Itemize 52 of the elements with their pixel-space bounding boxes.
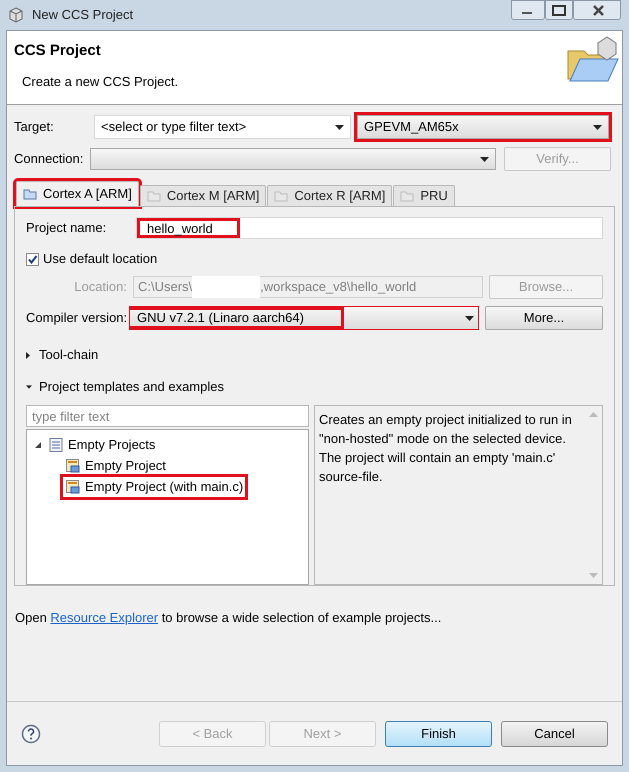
location-field: C:\Users\ ,workspace_v8\hello_world (133, 276, 483, 298)
field-label: Target: (14, 118, 55, 136)
folder-icon (274, 190, 288, 202)
expand-arrow-icon[interactable] (35, 441, 42, 448)
folder-icon (23, 188, 37, 200)
footer-note: Open Resource Explorer to browse a wide selection of example projects... (14, 609, 442, 627)
field-label: Compiler version: (26, 309, 128, 328)
more-button[interactable]: More... (485, 306, 603, 330)
tree-item[interactable]: Empty Project (63, 456, 168, 476)
dropdown-arrow-icon[interactable] (464, 313, 474, 323)
project-name-field[interactable]: hello_world (136, 217, 603, 239)
list-icon (48, 436, 64, 452)
dropdown-arrow-icon[interactable] (334, 122, 344, 132)
window-title: New CCS Project (32, 6, 134, 24)
tree-item[interactable]: Empty Projects (46, 434, 158, 454)
tab[interactable]: PRU (393, 185, 455, 206)
use-default-location-checkbox[interactable]: Use default location (26, 248, 603, 270)
maximize-icon[interactable] (545, 0, 573, 20)
help-icon[interactable] (21, 724, 41, 744)
page-title: CCS Project (14, 41, 102, 61)
field-label: Project name: (26, 219, 108, 238)
tab[interactable]: Cortex R [ARM] (267, 185, 392, 206)
expand-arrow-icon (26, 352, 31, 358)
section-toggle[interactable]: Tool-chain (26, 345, 603, 365)
template-icon (65, 478, 81, 494)
close-icon[interactable] (573, 0, 621, 20)
resource-explorer-link[interactable]: Resource Explorer (50, 610, 158, 625)
target-dropdown[interactable]: GPEVM_AM65x (357, 115, 609, 139)
dropdown-value: GPEVM_AM65x (364, 118, 460, 136)
target-filter-combo[interactable]: <select or type filter text> (94, 115, 351, 139)
tree-item[interactable]: Empty Project (with main.c) (63, 476, 246, 496)
field-label: Location: (73, 278, 128, 296)
section-toggle[interactable]: Project templates and examples (26, 377, 603, 397)
description-text: Creates an empty project initialized to run in "non-hosted" mode on the selected device. The project will contain an empty 'main.c' source-file. (318, 411, 573, 486)
page-description: Create a new CCS Project. (21, 72, 180, 91)
filter-placeholder: <select or type filter text> (101, 118, 248, 136)
cancel-button[interactable]: Cancel (501, 720, 608, 746)
dropdown-arrow-icon[interactable] (479, 154, 489, 164)
minimize-icon[interactable] (511, 0, 545, 20)
template-icon (65, 458, 81, 474)
expand-arrow-icon (26, 384, 32, 390)
tab[interactable]: Cortex M [ARM] (140, 185, 266, 206)
field-label: Connection: (14, 150, 84, 168)
folder-icon (146, 190, 161, 202)
filter-field[interactable]: type filter text (26, 405, 309, 427)
dropdown-arrow-icon[interactable] (592, 122, 602, 132)
tab[interactable]: Cortex A [ARM] (16, 181, 139, 206)
folder-icon (400, 190, 414, 202)
checkmark-icon (27, 254, 38, 264)
compiler-dropdown[interactable]: GNU v7.2.1 (Linaro aarch64) (129, 306, 479, 330)
cube-icon (8, 7, 24, 23)
finish-button[interactable]: Finish (385, 720, 492, 746)
